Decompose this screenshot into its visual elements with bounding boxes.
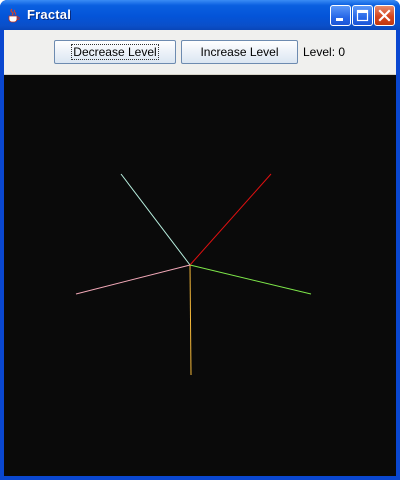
level-indicator: Level: 0 bbox=[303, 45, 346, 59]
title-bar[interactable]: Fractal bbox=[0, 0, 400, 30]
fractal-branch-bottom bbox=[189, 264, 192, 376]
fractal-drawing bbox=[75, 173, 312, 376]
window-title: Fractal bbox=[27, 7, 72, 22]
close-button[interactable] bbox=[374, 5, 395, 26]
maximize-button[interactable] bbox=[352, 5, 373, 26]
decrease-level-button[interactable]: Decrease Level bbox=[54, 40, 176, 64]
close-icon bbox=[378, 9, 391, 22]
java-cup-icon[interactable] bbox=[6, 7, 22, 23]
minimize-button[interactable] bbox=[330, 5, 351, 26]
client-area: Decrease Level Increase Level Level: 0 bbox=[4, 30, 396, 476]
application-window: Fractal Decrease Level Increase Level Le… bbox=[0, 0, 400, 480]
minimize-icon bbox=[336, 18, 343, 21]
increase-level-button[interactable]: Increase Level bbox=[181, 40, 298, 64]
fractal-branch-upper-left bbox=[120, 173, 191, 266]
maximize-icon bbox=[356, 9, 369, 22]
fractal-branch-left bbox=[75, 264, 191, 295]
control-panel: Decrease Level Increase Level Level: 0 bbox=[4, 30, 396, 75]
decrease-level-label: Decrease Level bbox=[71, 44, 159, 60]
fractal-branch-right bbox=[189, 264, 312, 295]
fractal-branch-upper-right bbox=[189, 173, 272, 266]
increase-level-label: Increase Level bbox=[200, 45, 279, 59]
fractal-canvas[interactable] bbox=[4, 75, 396, 476]
